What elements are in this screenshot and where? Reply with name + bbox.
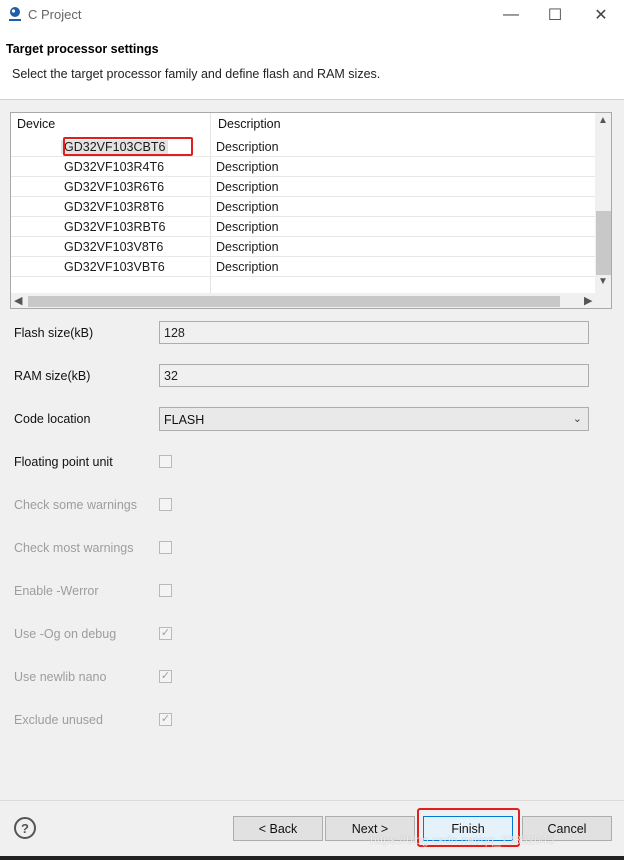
description-cell: Description	[216, 180, 279, 194]
description-cell: Description	[216, 160, 279, 174]
selection-annotation-box	[63, 137, 193, 156]
flash-size-input[interactable]: 128	[159, 321, 589, 344]
ram-size-label: RAM size(kB)	[14, 369, 91, 383]
checkmark-icon: ✓	[160, 627, 171, 639]
description-cell: Description	[216, 240, 279, 254]
exclude-unused-label: Exclude unused	[14, 713, 103, 727]
device-cell: GD32VF103R8T6	[64, 200, 165, 214]
scroll-up-icon[interactable]: ▲	[598, 115, 608, 126]
table-row[interactable]: GD32VF103RBT6 Description	[11, 217, 595, 237]
description-cell: Description	[216, 200, 279, 214]
description-cell: Description	[216, 140, 279, 154]
footer-divider	[0, 800, 624, 801]
window-title: C Project	[28, 7, 82, 22]
description-cell: Description	[216, 220, 279, 234]
code-location-value: FLASH	[164, 413, 205, 427]
device-table: Device Description GD32VF103CBT6 Descrip…	[10, 112, 612, 309]
help-icon[interactable]: ?	[14, 817, 36, 839]
back-button[interactable]: < Back	[233, 816, 323, 841]
maximize-button[interactable]: ☐	[532, 0, 578, 30]
page-description: Select the target processor family and d…	[12, 67, 381, 81]
column-header-description[interactable]: Description	[218, 117, 281, 131]
exclude-unused-checkbox[interactable]: ✓	[159, 713, 172, 726]
vertical-scroll-thumb[interactable]	[596, 211, 611, 275]
bottom-edge	[0, 856, 624, 860]
table-header: Device Description	[11, 113, 595, 137]
fpu-label: Floating point unit	[14, 455, 113, 469]
horizontal-scrollbar[interactable]: ◀ ▶	[11, 293, 611, 308]
check-some-warnings-checkbox[interactable]	[159, 498, 172, 511]
scroll-right-icon[interactable]: ▶	[584, 294, 592, 307]
enable-werror-label: Enable -Werror	[14, 584, 99, 598]
enable-werror-checkbox[interactable]	[159, 584, 172, 597]
page-title: Target processor settings	[6, 42, 159, 56]
column-header-device[interactable]: Device	[17, 117, 55, 131]
table-row[interactable]: GD32VF103V8T6 Description	[11, 237, 595, 257]
vertical-scrollbar[interactable]: ▲ ▼	[595, 113, 611, 293]
watermark-text: https://blog.csdn.net/qq_23852045	[370, 833, 555, 847]
title-bar: C Project — ☐ ✕	[0, 0, 624, 30]
flash-size-label: Flash size(kB)	[14, 326, 94, 340]
table-row[interactable]: GD32VF103VBT6 Description	[11, 257, 595, 277]
table-row[interactable]: GD32VF103R4T6 Description	[11, 157, 595, 177]
chevron-down-icon: ⌄	[572, 413, 582, 425]
checkmark-icon: ✓	[160, 670, 171, 682]
scroll-left-icon[interactable]: ◀	[14, 294, 22, 307]
minimize-button[interactable]: —	[488, 0, 534, 30]
ram-size-input[interactable]: 32	[159, 364, 589, 387]
use-newlib-nano-label: Use newlib nano	[14, 670, 107, 684]
check-most-warnings-label: Check most warnings	[14, 541, 134, 555]
table-row[interactable]: GD32VF103R8T6 Description	[11, 197, 595, 217]
table-row[interactable]: GD32VF103R6T6 Description	[11, 177, 595, 197]
description-cell: Description	[216, 260, 279, 274]
code-location-label: Code location	[14, 412, 91, 426]
use-og-debug-label: Use -Og on debug	[14, 627, 117, 641]
checkmark-icon: ✓	[160, 713, 171, 725]
use-newlib-nano-checkbox[interactable]: ✓	[159, 670, 172, 683]
table-body: GD32VF103CBT6 Description GD32VF103R4T6 …	[11, 137, 595, 277]
horizontal-scroll-thumb[interactable]	[28, 296, 560, 307]
fpu-checkbox[interactable]	[159, 455, 172, 468]
wizard-header: Target processor settings Select the tar…	[0, 30, 624, 100]
use-og-debug-checkbox[interactable]: ✓	[159, 627, 172, 640]
device-cell: GD32VF103R6T6	[64, 180, 165, 194]
device-cell: GD32VF103RBT6	[64, 220, 166, 234]
check-some-warnings-label: Check some warnings	[14, 498, 137, 512]
device-cell: GD32VF103V8T6	[64, 240, 164, 254]
device-cell: GD32VF103VBT6	[64, 260, 165, 274]
code-location-select[interactable]: FLASH ⌄	[159, 407, 589, 431]
device-cell: GD32VF103R4T6	[64, 160, 165, 174]
scroll-down-icon[interactable]: ▼	[598, 276, 608, 287]
check-most-warnings-checkbox[interactable]	[159, 541, 172, 554]
app-logo-icon	[9, 7, 21, 21]
close-button[interactable]: ✕	[578, 0, 624, 30]
